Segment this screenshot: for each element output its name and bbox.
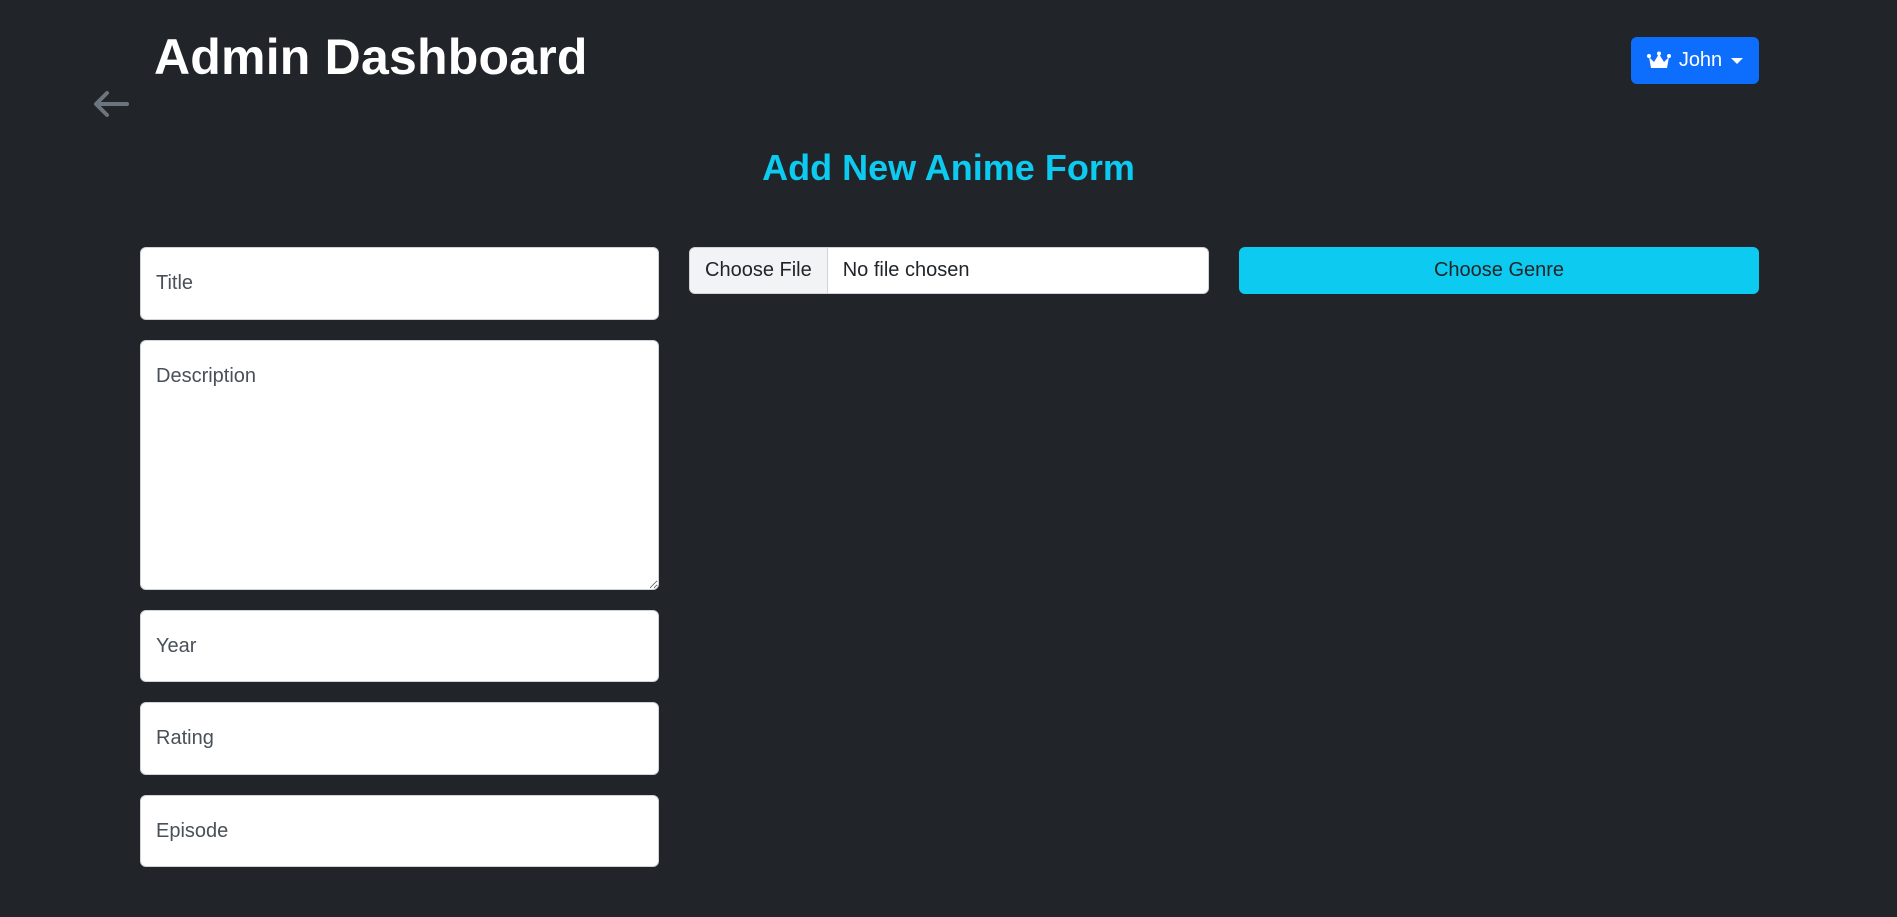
arrow-left-icon[interactable] bbox=[91, 88, 131, 120]
form-heading: Add New Anime Form bbox=[762, 147, 1135, 188]
admin-page: Admin Dashboard John Add New Anime Form … bbox=[0, 0, 1897, 917]
rating-input[interactable] bbox=[140, 702, 659, 775]
user-name: John bbox=[1678, 49, 1723, 71]
title-input[interactable] bbox=[140, 247, 659, 320]
image-file-input[interactable]: Choose File No file chosen bbox=[689, 247, 1209, 294]
year-input[interactable] bbox=[140, 610, 659, 682]
file-status-text: No file chosen bbox=[842, 259, 970, 281]
user-menu-button[interactable]: John bbox=[1631, 37, 1759, 84]
episode-input[interactable] bbox=[140, 795, 659, 867]
choose-file-button[interactable]: Choose File bbox=[690, 248, 828, 293]
choose-genre-button[interactable]: Choose Genre bbox=[1239, 247, 1759, 294]
crown-icon bbox=[1646, 51, 1671, 71]
description-textarea[interactable] bbox=[140, 340, 659, 590]
caret-down-icon bbox=[1731, 57, 1744, 64]
page-title: Admin Dashboard bbox=[154, 29, 588, 85]
